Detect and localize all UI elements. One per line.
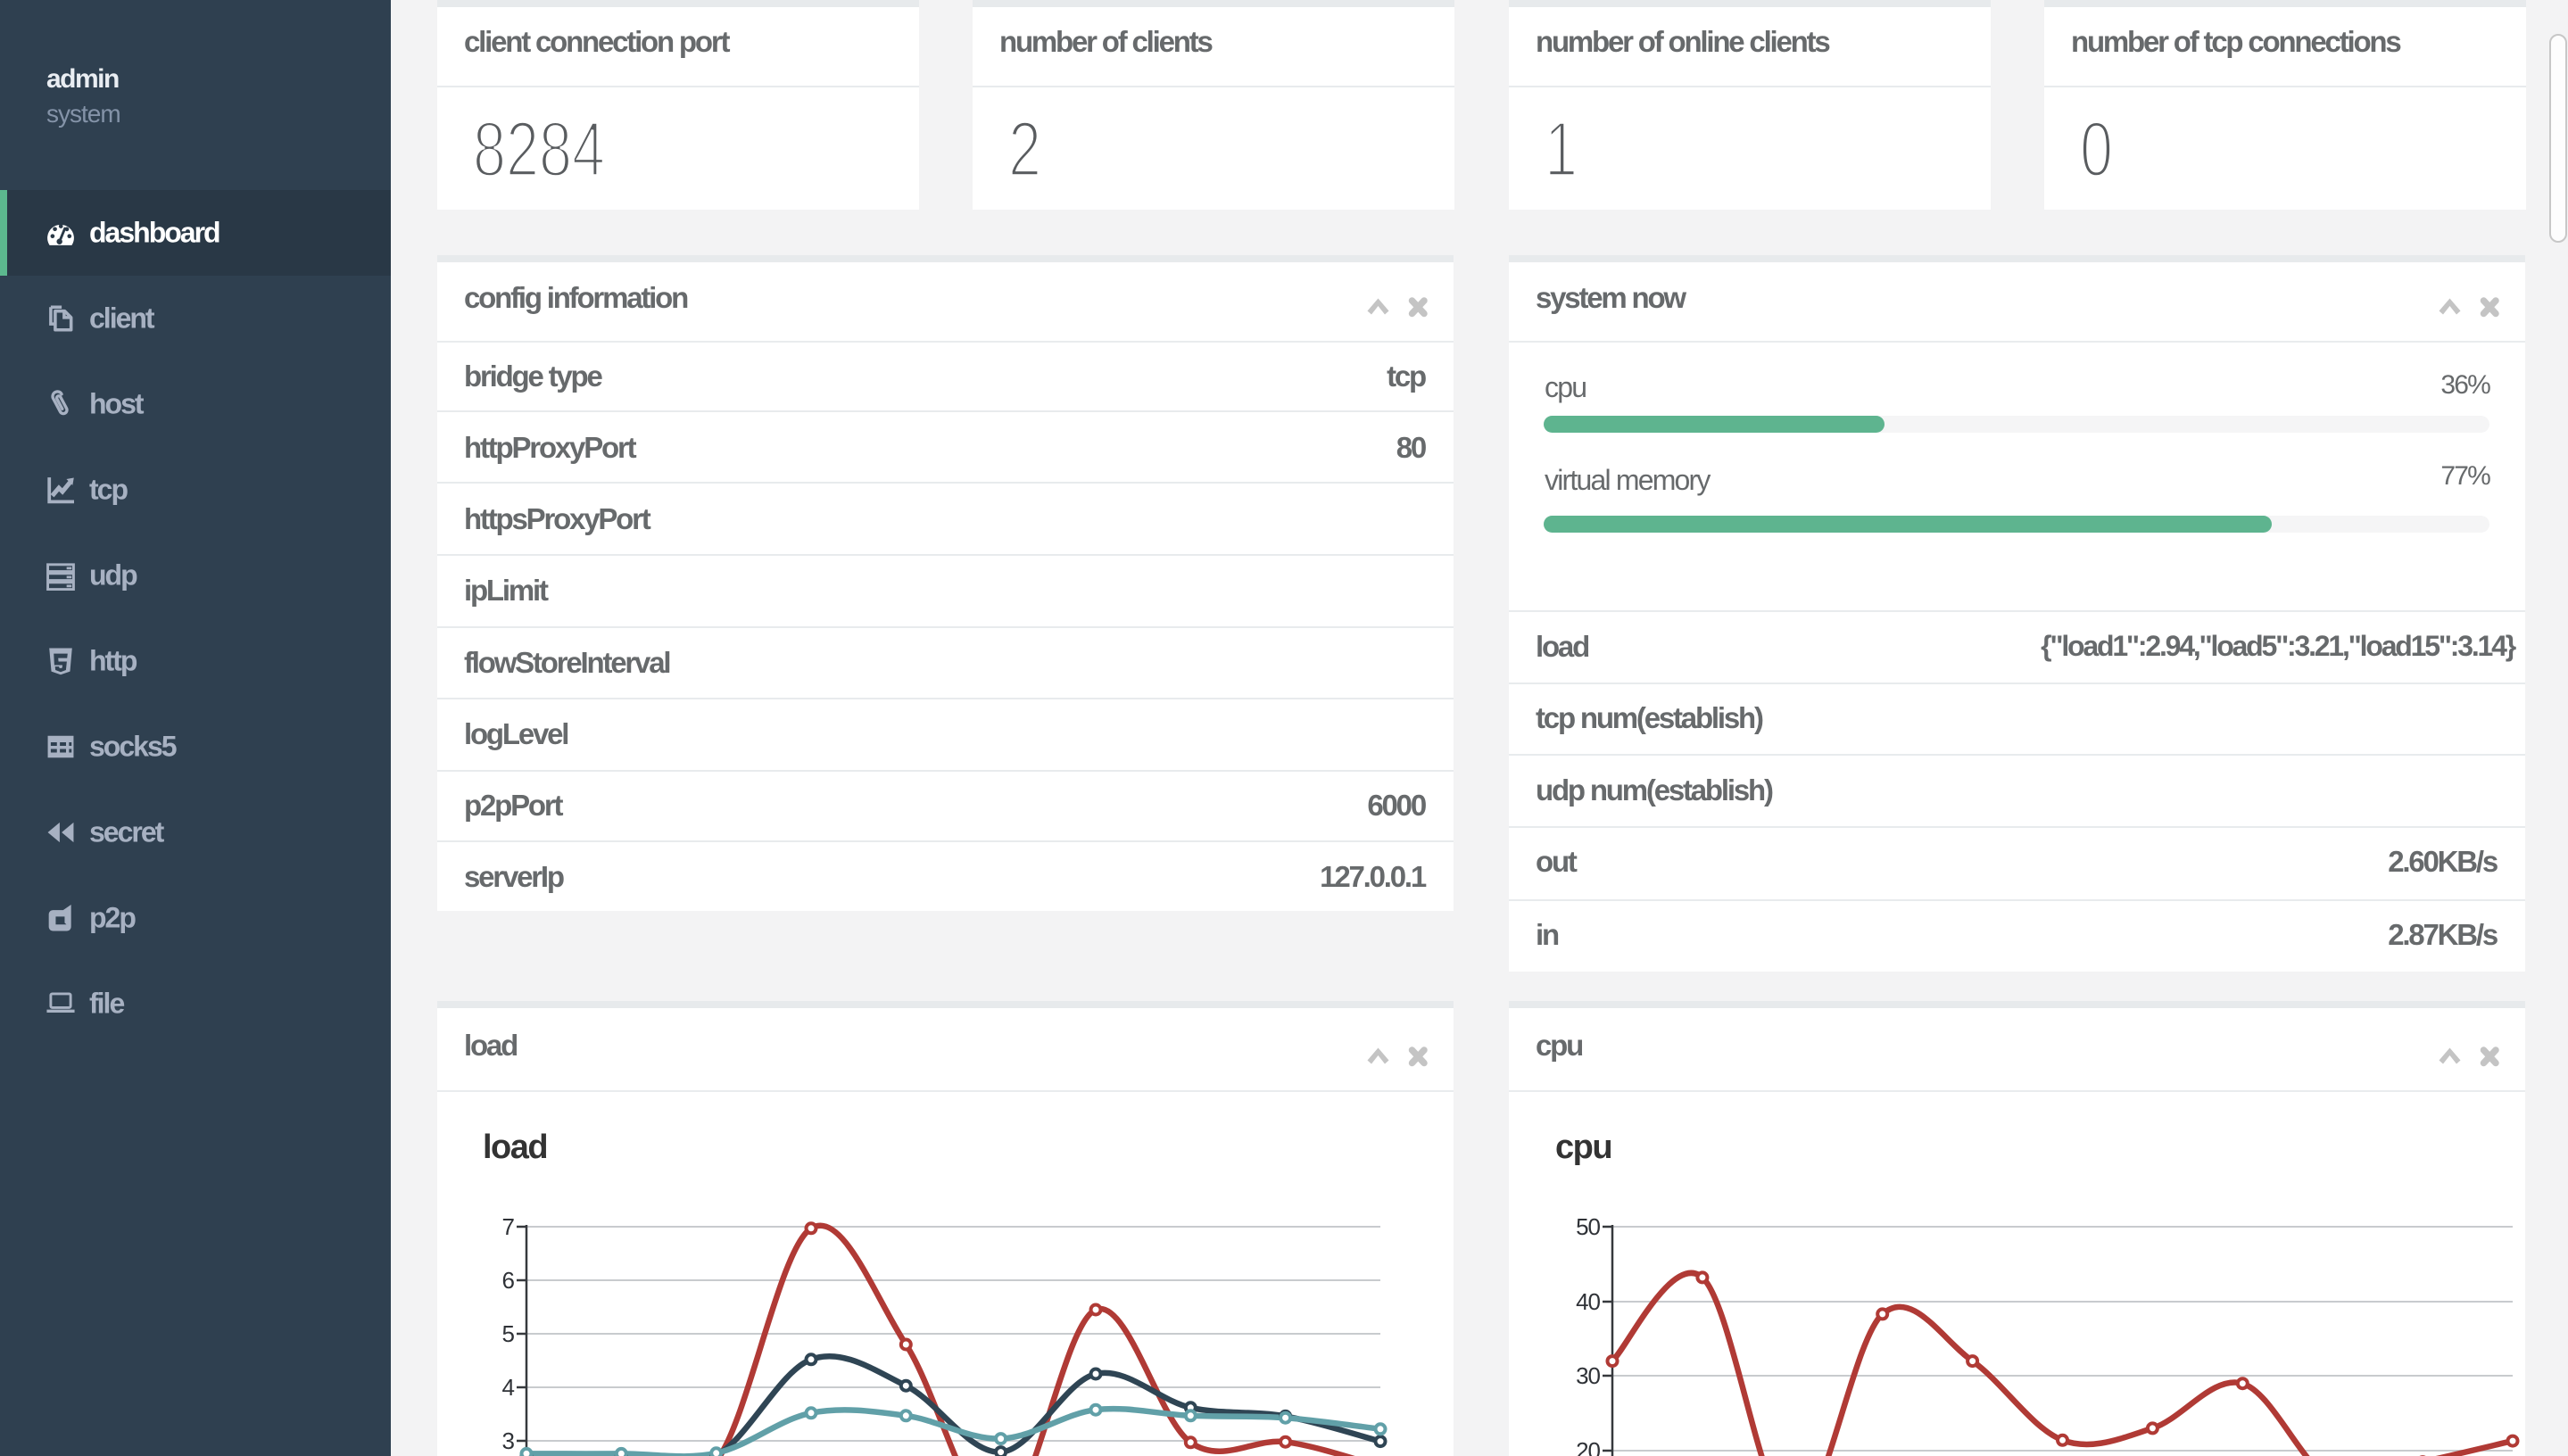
- svg-text:7: 7: [502, 1213, 515, 1240]
- svg-text:50: 50: [1576, 1213, 1600, 1240]
- svg-text:40: 40: [1576, 1288, 1600, 1315]
- svg-text:6: 6: [502, 1267, 515, 1294]
- svg-text:5: 5: [502, 1320, 515, 1347]
- svg-text:3: 3: [502, 1427, 515, 1454]
- svg-text:4: 4: [502, 1374, 515, 1401]
- svg-text:20: 20: [1576, 1437, 1600, 1456]
- svg-text:30: 30: [1576, 1362, 1600, 1389]
